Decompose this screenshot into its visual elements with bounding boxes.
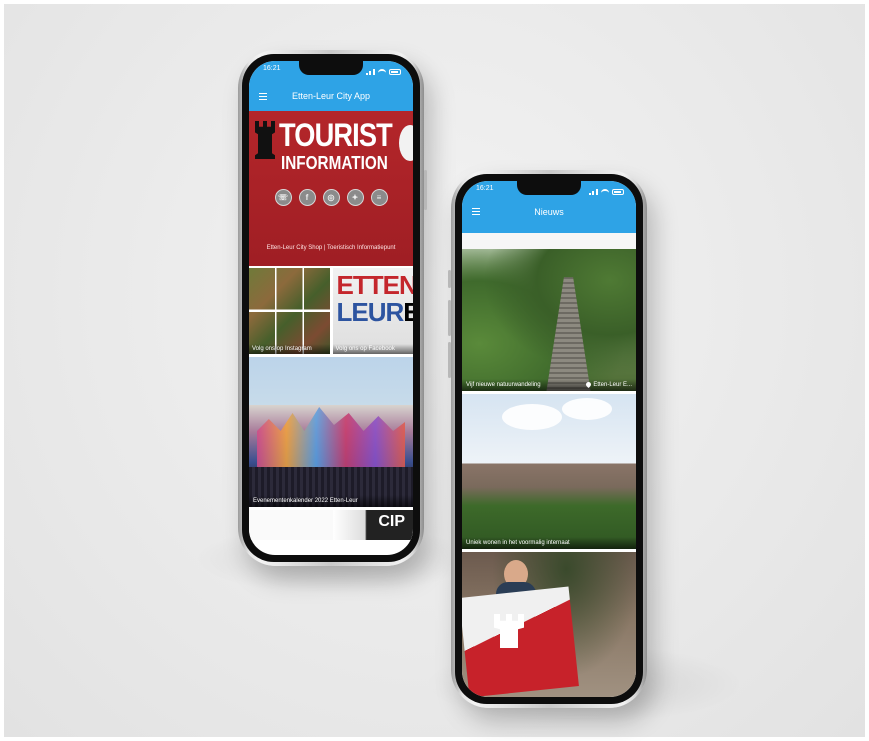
banner-circle-decoration [399,125,413,161]
status-time: 16:21 [476,185,494,192]
tile-letters-1: ETTEN [336,270,414,300]
social-links: ☏ f ◎ ✦ ≡ [249,189,413,206]
festival-stage-graphic [257,407,405,467]
left-phone-side-button [424,170,427,210]
facebook-tile[interactable]: ETTENN LEUREU Volg ons op Facebook [332,268,414,354]
news-title: Uniek wonen in het voormalig internaat [466,540,570,546]
app-title: Etten-Leur City App [291,91,371,101]
rook-logo-icon [255,121,275,159]
battery-icon [612,189,624,195]
status-time: 16:21 [263,65,281,72]
location-pin-icon [585,380,593,388]
news-item[interactable]: Vijf nieuwe natuurwandeling Etten-Leur E… [462,233,636,391]
left-phone-screen: 16:21 Etten-Leur City App TOURIST INFORM… [249,61,413,555]
tile-letters-4: EU [403,297,413,327]
cloud-graphic [562,398,612,420]
tile-label: Volg ons op Instagram [249,344,330,354]
status-icons [589,185,624,199]
notch [517,181,581,195]
phone-icon[interactable]: ☏ [274,189,292,206]
tile-letters-2: LEUR [336,297,405,327]
news-title: Vijf nieuwe natuurwandeling [466,381,541,388]
wifi-icon [378,69,386,75]
news-label: Uniek wonen in het voormalig internaat [462,537,636,549]
news-location-text: Etten-Leur E... [593,382,632,388]
boardwalk-graphic [545,277,592,391]
facebook-tile-graphic: ETTENN LEUREU [337,272,414,326]
left-phone: 16:21 Etten-Leur City App TOURIST INFORM… [238,50,427,566]
website-icon[interactable]: ≡ [370,189,388,206]
banner-title: TOURIST [279,117,393,153]
news-location: Etten-Leur E... [585,380,632,388]
twitter-icon[interactable]: ✦ [346,189,364,206]
right-phone-screen: 16:21 Nieuws Vijf nieuwe natuurwandeling [462,181,636,697]
product-backdrop: 16:21 Etten-Leur City App TOURIST INFORM… [4,4,865,737]
flag-graphic [462,586,579,697]
notch [299,61,363,75]
news-label: Vijf nieuwe natuurwandeling Etten-Leur E… [462,378,636,391]
event-calendar-card[interactable]: Evenementenkalender 2022 Etten-Leur [249,357,413,507]
right-phone: 16:21 Nieuws Vijf nieuwe natuurwandeling [448,170,647,708]
news-item[interactable]: Uniek wonen in het voormalig internaat [462,394,636,549]
right-phone-side-button-1 [448,270,451,288]
right-phone-side-button-2 [448,300,451,336]
event-label: Evenementenkalender 2022 Etten-Leur [249,495,413,507]
signal-icon [589,189,598,195]
facebook-icon[interactable]: f [298,189,316,206]
tourist-information-banner[interactable]: TOURIST INFORMATION ☏ f ◎ ✦ ≡ Etten-Leur… [249,111,413,266]
next-card-text: CIP [378,513,405,530]
banner-caption: Etten-Leur City Shop | Toeristisch Infor… [266,245,396,251]
instagram-icon[interactable]: ◎ [322,189,340,206]
banner-subtitle: INFORMATION [281,153,388,173]
right-phone-bezel: 16:21 Nieuws Vijf nieuwe natuurwandeling [455,174,643,704]
status-icons [366,65,401,79]
social-tiles: Volg ons op Instagram ETTENN LEUREU Volg… [249,268,413,354]
instagram-tile[interactable]: Volg ons op Instagram [249,268,330,354]
right-phone-side-button-3 [448,342,451,378]
left-phone-bezel: 16:21 Etten-Leur City App TOURIST INFORM… [242,54,420,562]
battery-icon [389,69,401,75]
app-title: Nieuws [534,207,564,217]
news-item[interactable] [462,552,636,697]
signal-icon [366,69,375,75]
cloud-graphic [502,404,562,430]
wifi-icon [601,189,609,195]
tile-label: Volg ons op Facebook [332,344,413,354]
